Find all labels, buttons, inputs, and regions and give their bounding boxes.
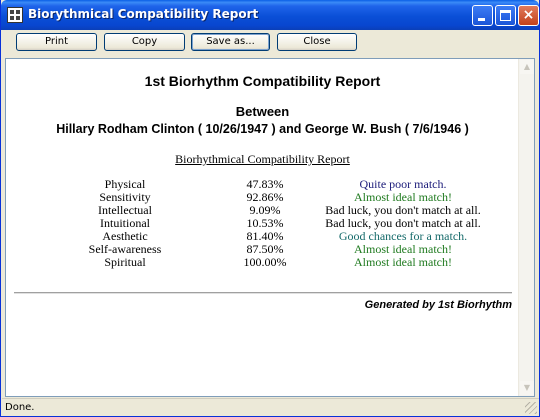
title-bar[interactable]: Biorythmical Compatibility Report ×	[1, 0, 539, 30]
table-row: Intuitional 10.53% Bad luck, you don't m…	[6, 216, 519, 230]
copy-button[interactable]: Copy	[104, 33, 185, 51]
vertical-scrollbar[interactable]: ▲ ▼	[518, 59, 534, 396]
report-window: Biorythmical Compatibility Report × Prin…	[0, 0, 540, 417]
scroll-down-icon[interactable]: ▼	[520, 381, 534, 395]
status-bar: Done.	[2, 398, 539, 416]
report-icon	[7, 7, 23, 23]
table-row: Physical 47.83% Quite poor match.	[6, 177, 519, 191]
maximize-button[interactable]	[495, 5, 516, 26]
scroll-up-icon[interactable]: ▲	[520, 60, 534, 74]
print-button[interactable]: Print	[16, 33, 97, 51]
generated-by-note: Generated by 1st Biorhythm	[364, 299, 512, 311]
report-subtitle: Biorhythmical Compatibility Report	[175, 152, 350, 166]
couple-names: Hillary Rodham Clinton ( 10/26/1947 ) an…	[56, 122, 469, 136]
aspect-label: Spiritual	[104, 255, 146, 269]
table-row: Aesthetic 81.40% Good chances for a matc…	[6, 229, 519, 243]
between-heading: Between	[235, 104, 290, 119]
minimize-button[interactable]	[472, 5, 493, 26]
close-button[interactable]: Close	[277, 33, 357, 51]
status-text: Done.	[5, 402, 35, 413]
maximize-icon	[500, 10, 511, 21]
percent-value: 100.00%	[243, 255, 287, 269]
close-icon: ×	[522, 7, 535, 23]
report-view[interactable]: 1st Biorhythm Compatibility Report Betwe…	[5, 58, 535, 397]
toolbar: Print Copy Save as... Close	[4, 31, 536, 56]
verdict-text: Almost ideal match!	[354, 255, 452, 269]
minimize-icon	[478, 18, 485, 21]
table-row: Spiritual 100.00% Almost ideal match!	[6, 255, 519, 269]
table-row: Self-awareness 87.50% Almost ideal match…	[6, 242, 519, 256]
divider	[14, 292, 512, 294]
close-window-button[interactable]: ×	[518, 5, 539, 26]
report-title: 1st Biorhythm Compatibility Report	[144, 73, 381, 89]
table-row: Sensitivity 92.86% Almost ideal match!	[6, 190, 519, 204]
table-row: Intellectual 9.09% Bad luck, you don't m…	[6, 203, 519, 217]
window-title: Biorythmical Compatibility Report	[28, 7, 259, 21]
resize-grip-icon[interactable]	[525, 402, 537, 414]
save-as-button[interactable]: Save as...	[191, 33, 270, 51]
